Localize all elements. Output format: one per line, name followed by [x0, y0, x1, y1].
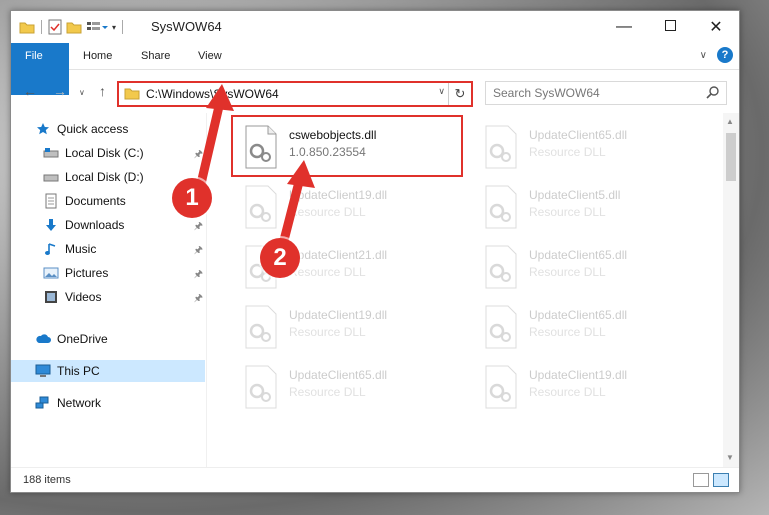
callout-step-1: 1 — [172, 178, 212, 218]
arrow-1 — [195, 84, 234, 193]
arrow-2 — [277, 160, 315, 253]
callout-step-2: 2 — [260, 238, 300, 278]
annotation-arrows — [195, 84, 315, 253]
